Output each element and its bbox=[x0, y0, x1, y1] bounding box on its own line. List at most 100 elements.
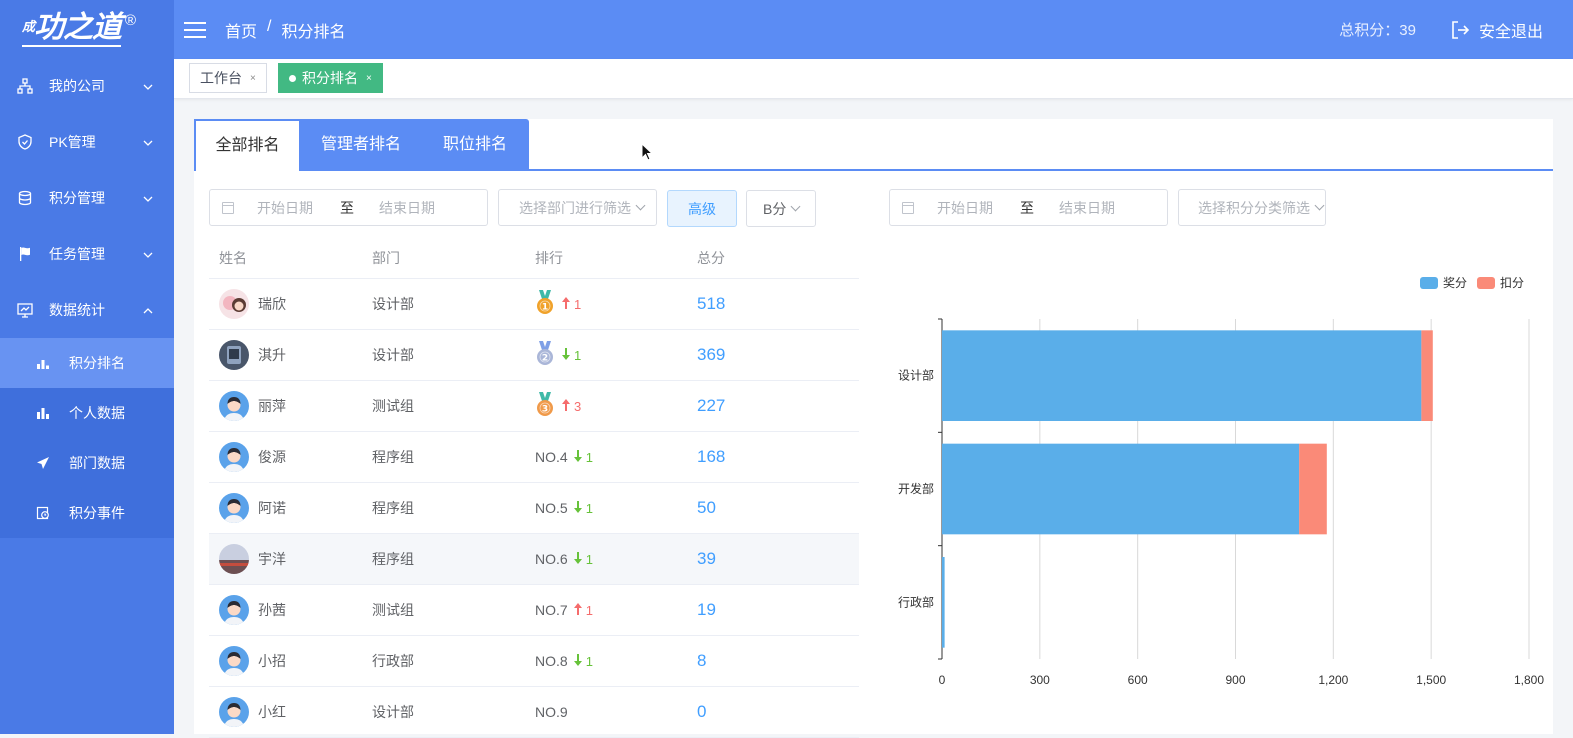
arrow-down-icon bbox=[573, 449, 583, 466]
end-date-input[interactable]: 结束日期 bbox=[379, 198, 435, 218]
user-name: 俊源 bbox=[258, 449, 286, 465]
active-dot-icon bbox=[289, 74, 296, 82]
bar-reward[interactable] bbox=[942, 557, 945, 648]
flag-icon bbox=[16, 245, 34, 263]
dept-cell: 设计部 bbox=[372, 704, 414, 720]
submenu-item-3[interactable]: 积分事件 bbox=[0, 488, 174, 538]
table-row[interactable]: 孙茜 测试组 NO.7 1 19 bbox=[209, 585, 859, 636]
tags-view: 工作台 × 积分排名 × bbox=[174, 59, 1573, 99]
avatar bbox=[219, 340, 249, 370]
score-cell[interactable]: 39 bbox=[697, 549, 716, 568]
sidebar-item-1[interactable]: PK管理 bbox=[0, 114, 174, 170]
end-date-input[interactable]: 结束日期 bbox=[1059, 198, 1115, 218]
start-date-input[interactable]: 开始日期 bbox=[257, 198, 313, 218]
table-row[interactable]: 瑞欣 设计部 1 1 518 bbox=[209, 279, 859, 330]
score-cell[interactable]: 50 bbox=[697, 498, 716, 517]
tag-ranking[interactable]: 积分排名 × bbox=[278, 63, 383, 93]
bar-deduct[interactable] bbox=[1421, 330, 1433, 421]
arrow-up-icon bbox=[561, 398, 571, 415]
category-select[interactable]: 选择积分分类筛选 bbox=[1178, 189, 1326, 226]
medal-2-icon: 2 bbox=[535, 340, 561, 370]
table-row[interactable]: 宇洋 程序组 NO.6 1 39 bbox=[209, 534, 859, 585]
bar-deduct[interactable] bbox=[1299, 443, 1327, 535]
medal-3-icon: 3 bbox=[535, 391, 561, 421]
breadcrumb-home[interactable]: 首页 bbox=[225, 18, 257, 42]
rank-change-value: 1 bbox=[585, 653, 593, 669]
avatar bbox=[219, 289, 249, 319]
submenu-item-2[interactable]: 部门数据 bbox=[0, 438, 174, 488]
table-row[interactable]: 丽萍 测试组 3 3 227 bbox=[209, 381, 859, 432]
user-name: 小招 bbox=[258, 653, 286, 669]
bar-reward[interactable] bbox=[942, 330, 1422, 421]
score-cell[interactable]: 0 bbox=[697, 702, 706, 721]
tag-label: 积分排名 bbox=[302, 70, 358, 86]
range-separator: 至 bbox=[1020, 199, 1034, 216]
score-cell[interactable]: 168 bbox=[697, 447, 725, 466]
breadcrumb-current: 积分排名 bbox=[281, 23, 346, 41]
score-cell[interactable]: 369 bbox=[697, 345, 725, 364]
close-icon[interactable]: × bbox=[250, 73, 256, 84]
score-cell[interactable]: 19 bbox=[697, 600, 716, 619]
submenu-item-label: 部门数据 bbox=[69, 455, 125, 471]
avatar bbox=[219, 646, 249, 676]
rank-change-value: 3 bbox=[574, 398, 582, 414]
arrow-down-icon bbox=[573, 551, 583, 568]
score-cell[interactable]: 8 bbox=[697, 651, 706, 670]
ranking-icon bbox=[36, 356, 50, 370]
table-row[interactable]: 淇升 设计部 2 1 369 bbox=[209, 330, 859, 381]
rank-cell: NO.8 1 bbox=[535, 653, 697, 670]
score-cell[interactable]: 518 bbox=[697, 294, 725, 313]
logout-button[interactable]: 安全退出 bbox=[1450, 18, 1543, 42]
dept-select[interactable]: 选择部门进行筛选 bbox=[498, 189, 657, 226]
sidebar-item-2[interactable]: 积分管理 bbox=[0, 170, 174, 226]
hamburger-icon[interactable] bbox=[184, 21, 206, 38]
tab-position[interactable]: 职位排名 bbox=[421, 119, 529, 171]
sidebar-item-4[interactable]: 数据统计 bbox=[0, 282, 174, 338]
legend-label: 扣分 bbox=[1500, 276, 1525, 290]
submenu-item-label: 积分排名 bbox=[69, 355, 125, 371]
sidebar-item-0[interactable]: 我的公司 bbox=[0, 58, 174, 114]
breadcrumb: 首页 / 积分排名 bbox=[225, 18, 345, 42]
x-tick-label: 1,800 bbox=[1514, 673, 1544, 687]
submenu-item-1[interactable]: 个人数据 bbox=[0, 388, 174, 438]
calendar-icon bbox=[222, 201, 234, 214]
rank-label: NO.5 bbox=[535, 500, 568, 516]
user-name: 丽萍 bbox=[258, 398, 286, 414]
bar-reward[interactable] bbox=[942, 443, 1300, 535]
chevron-down-icon bbox=[635, 200, 646, 211]
date-range-picker[interactable]: 开始日期 至 结束日期 bbox=[209, 189, 488, 226]
sidebar-item-3[interactable]: 任务管理 bbox=[0, 226, 174, 282]
score-type-select[interactable]: B分 bbox=[746, 190, 816, 227]
tab-all[interactable]: 全部排名 bbox=[194, 119, 301, 171]
tag-workbench[interactable]: 工作台 × bbox=[189, 63, 267, 93]
tab-manager[interactable]: 管理者排名 bbox=[301, 119, 421, 171]
total-score: 总积分：39 bbox=[1339, 22, 1416, 39]
legend-item[interactable]: 扣分 bbox=[1477, 274, 1524, 291]
user-name: 宇洋 bbox=[258, 551, 286, 567]
chart-date-range-picker[interactable]: 开始日期 至 结束日期 bbox=[889, 189, 1168, 226]
arrow-down-icon bbox=[561, 347, 571, 364]
shield-icon bbox=[16, 133, 34, 151]
table-row[interactable]: 小红 设计部 NO.9 0 bbox=[209, 687, 859, 738]
close-icon[interactable]: × bbox=[366, 73, 372, 84]
x-tick-label: 0 bbox=[939, 673, 946, 687]
start-date-input[interactable]: 开始日期 bbox=[937, 198, 993, 218]
medal-1-icon: 1 bbox=[535, 289, 561, 319]
legend-item[interactable]: 奖分 bbox=[1420, 274, 1467, 291]
logo: 成功之道 ® bbox=[0, 0, 174, 58]
rank-change: 1 bbox=[561, 347, 581, 364]
rank-label: NO.7 bbox=[535, 602, 568, 618]
advanced-button[interactable]: 高级 bbox=[667, 190, 737, 227]
dept-cell: 测试组 bbox=[372, 602, 414, 618]
legend-swatch bbox=[1477, 276, 1495, 289]
svg-text:2: 2 bbox=[542, 353, 548, 363]
rank-change-value: 1 bbox=[574, 347, 582, 363]
table-row[interactable]: 小招 行政部 NO.8 1 8 bbox=[209, 636, 859, 687]
table-row[interactable]: 阿诺 程序组 NO.5 1 50 bbox=[209, 483, 859, 534]
table-row[interactable]: 俊源 程序组 NO.4 1 168 bbox=[209, 432, 859, 483]
score-cell[interactable]: 227 bbox=[697, 396, 725, 415]
rank-change: 1 bbox=[573, 602, 593, 619]
rank-change-value: 1 bbox=[585, 602, 593, 618]
bar-chart-icon bbox=[36, 406, 50, 420]
submenu-item-0[interactable]: 积分排名 bbox=[0, 338, 174, 388]
